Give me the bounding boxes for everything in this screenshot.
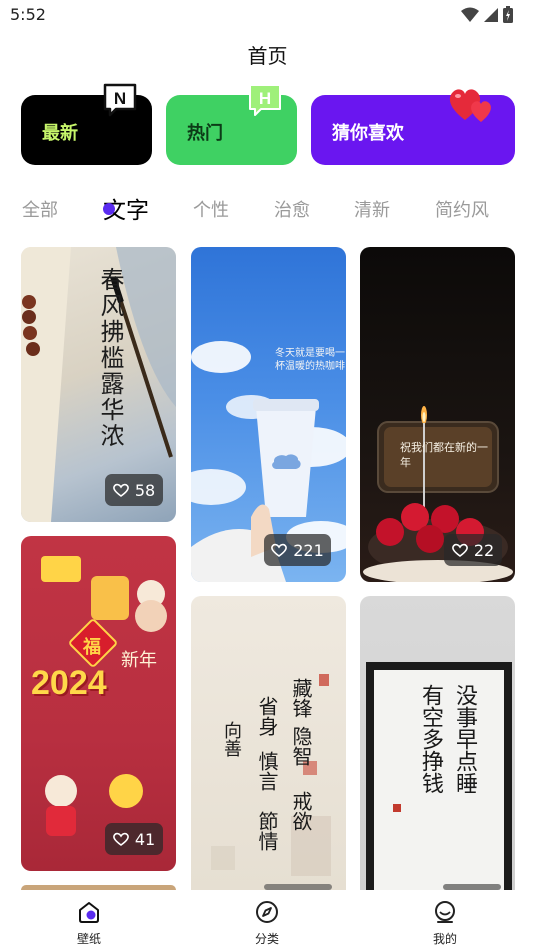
calligraphy-col-1: 藏锋: [289, 678, 313, 718]
like-count: 41: [134, 829, 156, 849]
signal-icon: [484, 7, 498, 22]
wifi-icon: [461, 7, 479, 22]
wallpaper-card[interactable]: 春风拂槛露华浓 58: [21, 247, 176, 522]
calligraphy-col-2b: 慎言: [255, 751, 279, 791]
hearts-icon: [449, 89, 491, 122]
wallpaper-card[interactable]: 祝我们都在新的一年 22: [360, 247, 515, 582]
wallpaper-card[interactable]: 藏锋 隐智 戒欲 省身 慎言 節情 向善: [191, 596, 346, 890]
frame-calligraphy-col-1: 没事早点睡: [452, 684, 477, 794]
hot-label: 热门: [187, 123, 223, 144]
tab-minimal[interactable]: 简约风: [435, 196, 489, 222]
like-chip[interactable]: 221: [264, 534, 331, 566]
wallpaper-caption: 冬天就是要喝一杯温暖的热咖啡: [275, 348, 345, 372]
category-tabs: 全部 文字 个性 治愈 清新 简约风: [0, 193, 535, 224]
wallpaper-home-icon: [79, 902, 99, 923]
calligraphy-col-1c: 戒欲: [289, 791, 313, 831]
profile-icon: [435, 901, 455, 923]
calligraphy-col-3: 向善: [221, 721, 242, 757]
wallpaper-card[interactable]: 2024 新年 福 41: [21, 536, 176, 871]
status-icons: [461, 6, 513, 23]
heart-icon: [271, 543, 288, 557]
newest-badge-letter: N: [114, 89, 126, 108]
like-chip[interactable]: 22: [444, 534, 502, 566]
like-chip[interactable]: 58: [105, 474, 163, 506]
compass-icon: [256, 901, 278, 923]
calligraphy-col-2c: 節情: [255, 811, 279, 851]
nav-wallpaper-label: 壁纸: [76, 932, 101, 946]
status-bar: 5:52: [0, 0, 535, 30]
active-tab-indicator: [103, 203, 115, 215]
hot-badge-icon: H: [249, 84, 281, 116]
nav-mine-label: 我的: [432, 932, 457, 946]
frame-calligraphy-col-2: 有空多挣钱: [418, 684, 443, 794]
tab-healing[interactable]: 治愈: [274, 196, 310, 222]
like-count: 22: [473, 540, 495, 560]
calligraphy-col-2: 省身: [255, 696, 279, 736]
like-chip[interactable]: 41: [105, 823, 163, 855]
calligraphy-col-1b: 隐智: [289, 726, 313, 766]
wallpaper-image: [41, 556, 167, 836]
newest-label: 最新: [42, 123, 78, 144]
like-count: 221: [293, 540, 324, 560]
status-time: 5:52: [10, 5, 46, 24]
nav-category-label: 分类: [254, 932, 279, 946]
tab-fresh[interactable]: 清新: [354, 196, 390, 222]
poster-year: 2024: [31, 664, 107, 702]
tab-personality[interactable]: 个性: [193, 196, 229, 222]
battery-icon: [503, 6, 513, 23]
wallpaper-card[interactable]: 冬天就是要喝一杯温暖的热咖啡 221: [191, 247, 346, 582]
wallpaper-image: [363, 406, 513, 582]
heart-icon: [112, 483, 129, 497]
page-title: 首页: [247, 44, 288, 68]
heart-icon: [451, 543, 468, 557]
like-count: 58: [134, 480, 156, 500]
tab-all[interactable]: 全部: [22, 196, 58, 222]
wallpaper-caption: 祝我们都在新的一年: [400, 441, 488, 469]
poster-new-year: 新年: [121, 650, 157, 671]
heart-icon: [112, 832, 129, 846]
guess-you-like-label: 猜你喜欢: [332, 123, 404, 144]
newest-badge-icon: N: [103, 83, 137, 117]
bottom-nav: 壁纸 分类 我的: [0, 890, 535, 951]
hot-badge-letter: H: [259, 89, 271, 108]
wallpaper-card[interactable]: 没事早点睡 有空多挣钱: [360, 596, 515, 890]
poster-fu: 福: [83, 637, 101, 658]
